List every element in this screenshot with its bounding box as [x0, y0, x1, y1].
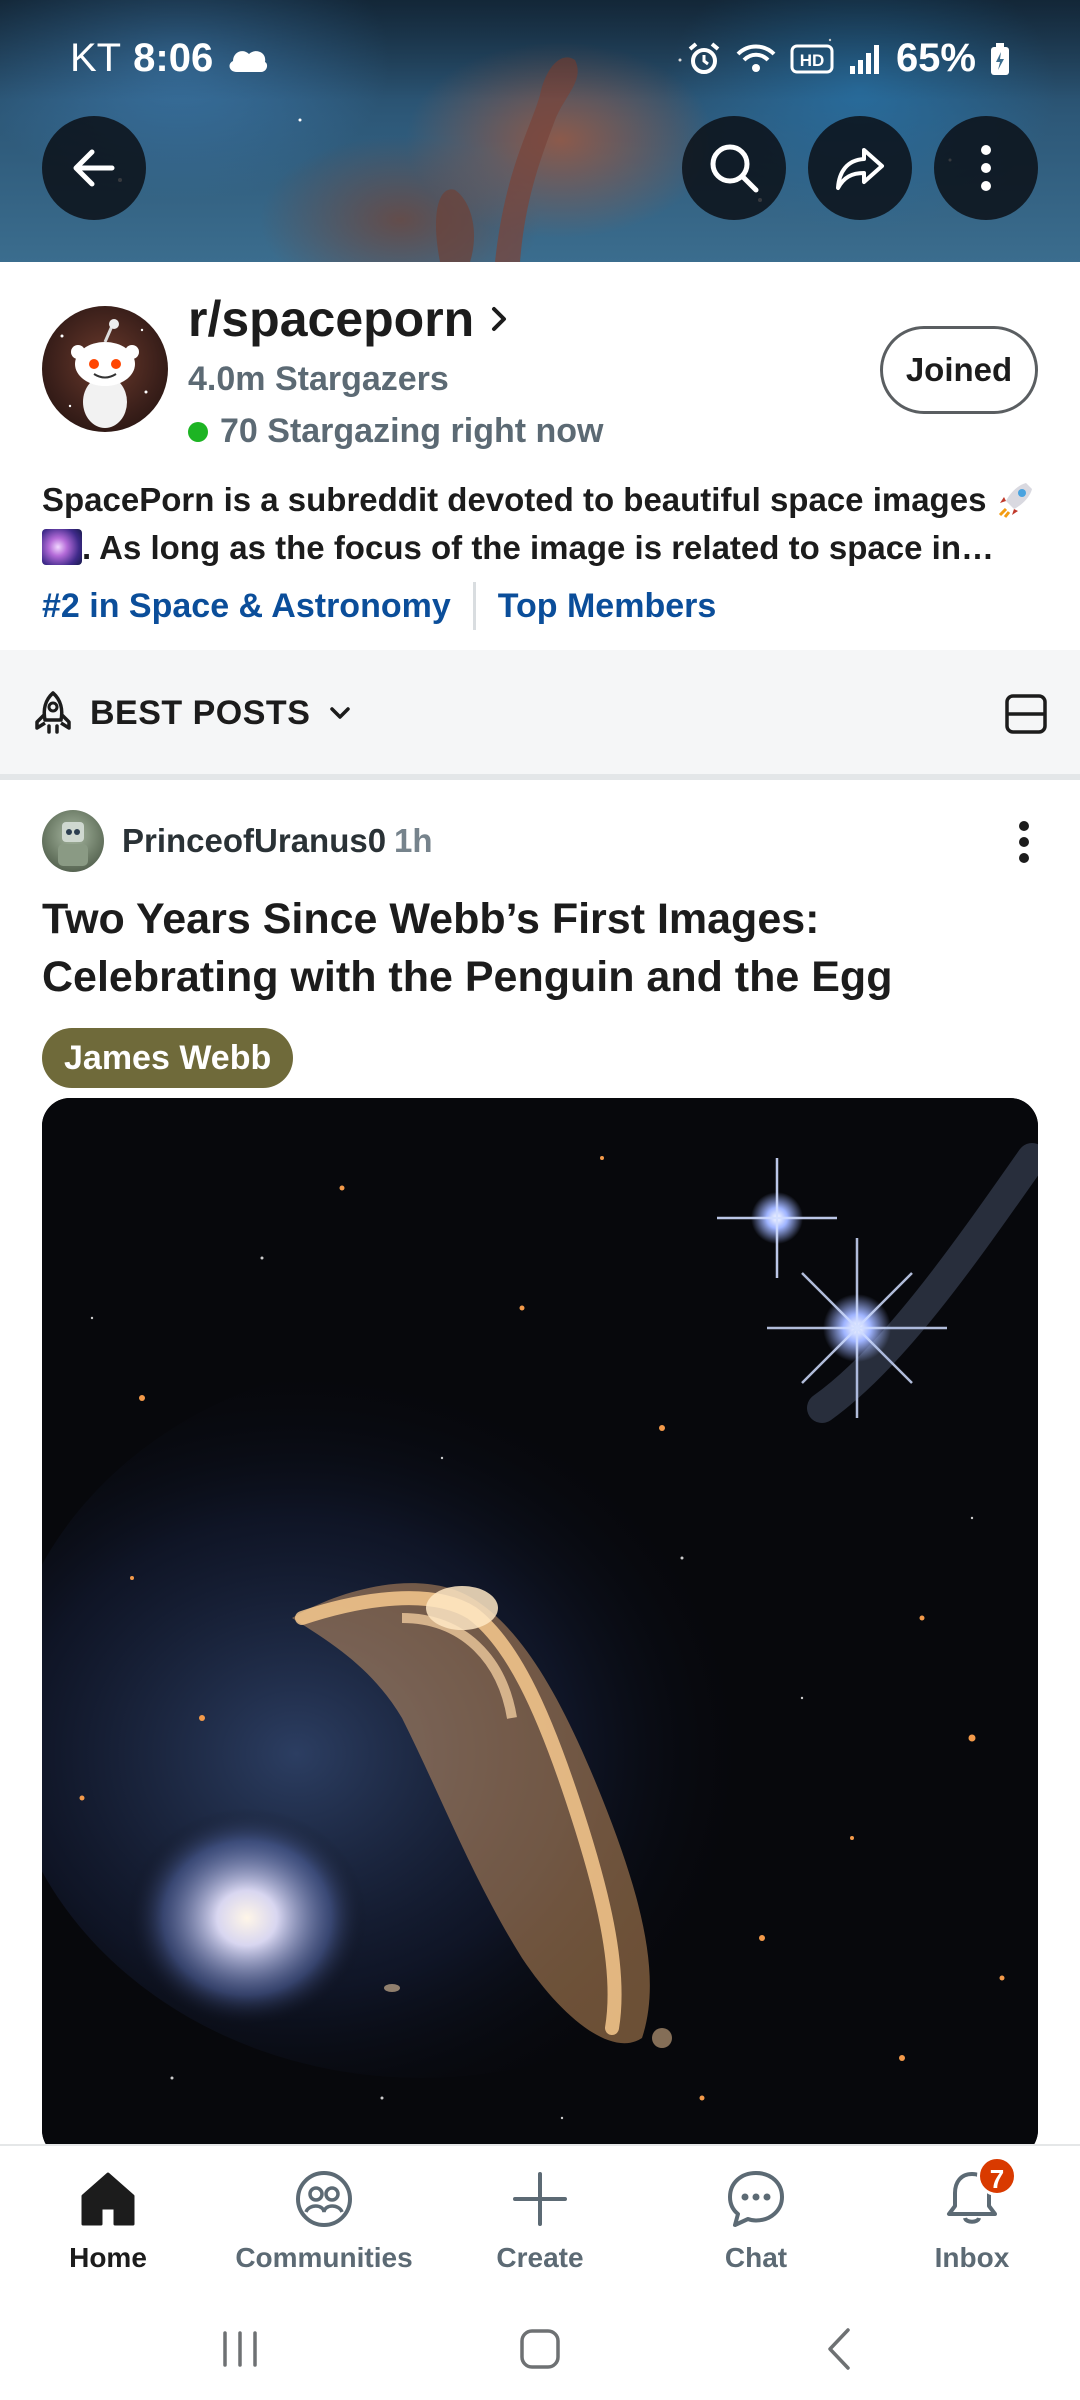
author-avatar[interactable]: [42, 810, 104, 872]
communities-icon: [296, 2171, 352, 2227]
back-button[interactable]: [42, 116, 146, 220]
top-members-link[interactable]: Top Members: [498, 587, 717, 626]
rocket-emoji-icon: [998, 483, 1032, 518]
nav-communities-label: Communities: [235, 2242, 413, 2273]
more-vertical-icon: [1019, 821, 1029, 863]
chat-icon: [728, 2171, 784, 2227]
more-vertical-icon: [981, 145, 991, 191]
sort-dropdown[interactable]: BEST POSTS: [32, 690, 354, 736]
arrow-left-icon: [73, 149, 115, 187]
robot-avatar-icon: [58, 822, 88, 866]
chevron-right-icon: [492, 307, 507, 331]
snoo-astronaut-icon: [60, 319, 148, 428]
post-card[interactable]: PrinceofUranus0 1h Two Years Since Webb’…: [0, 786, 1080, 2144]
carrier-label: KT: [70, 36, 122, 80]
bottom-navigation: Home Communities Create Chat 7 Inbox: [0, 2144, 1080, 2294]
post-author[interactable]: PrinceofUranus0: [122, 822, 386, 860]
links-divider: [472, 582, 476, 630]
system-back-button[interactable]: [790, 2314, 890, 2384]
post-options-button[interactable]: [996, 814, 1052, 870]
nav-home[interactable]: Home: [18, 2164, 198, 2284]
share-button[interactable]: [808, 116, 912, 220]
nav-chat[interactable]: Chat: [666, 2164, 846, 2284]
share-arrow-icon: [836, 148, 884, 190]
post-title[interactable]: Two Years Since Webb’s First Images: Cel…: [42, 890, 1042, 1006]
nav-chat-label: Chat: [724, 2242, 788, 2273]
nav-inbox-label: Inbox: [934, 2242, 1010, 2273]
alarm-icon: [688, 41, 720, 74]
chevron-left-icon: [828, 2328, 850, 2370]
post-age: 1h: [394, 822, 433, 859]
signal-icon: [849, 44, 879, 74]
rank-link[interactable]: #2 in Space & Astronomy: [42, 587, 451, 626]
inbox-badge: 7: [977, 2156, 1017, 2196]
community-description[interactable]: SpacePorn is a subreddit devoted to beau…: [42, 476, 1042, 572]
battery-percent: 65%: [895, 36, 976, 80]
nav-home-label: Home: [69, 2242, 147, 2273]
card-layout-icon: [1005, 694, 1047, 734]
system-navigation-bar: [0, 2294, 1080, 2400]
online-count-label: 70 Stargazing right now: [220, 412, 604, 450]
plus-icon: [513, 2172, 567, 2226]
home-icon: [81, 2172, 135, 2226]
sort-label: BEST POSTS: [90, 693, 311, 732]
description-text-start: SpacePorn is a subreddit devoted to beau…: [42, 481, 996, 518]
clock: 8:06: [133, 36, 214, 80]
cloud-notification-icon: [229, 50, 268, 72]
home-system-button[interactable]: [490, 2314, 590, 2384]
home-square-icon: [520, 2329, 560, 2369]
joined-button[interactable]: Joined: [880, 326, 1038, 414]
post-flair[interactable]: James Webb: [42, 1028, 294, 1088]
community-name-label: r/spaceporn: [188, 291, 475, 347]
nav-communities[interactable]: Communities: [234, 2164, 414, 2284]
rocket-icon: [35, 691, 71, 734]
sort-bar: BEST POSTS: [0, 650, 1080, 780]
chevron-down-icon: [330, 707, 351, 719]
post-image[interactable]: [42, 1098, 1038, 2144]
svg-text:HD: HD: [800, 51, 825, 70]
nav-inbox[interactable]: 7 Inbox: [882, 2156, 1062, 2284]
search-button[interactable]: [682, 116, 786, 220]
recent-apps-icon: [223, 2331, 257, 2367]
online-dot-icon: [188, 421, 208, 442]
battery-icon: [991, 42, 1009, 75]
galaxy-emoji-icon: [42, 529, 82, 565]
wifi-icon: [736, 44, 776, 72]
community-name[interactable]: r/spaceporn: [188, 290, 512, 348]
member-count: 4.0m Stargazers: [188, 360, 449, 398]
community-header: r/spaceporn 4.0m Stargazers 70 Stargazin…: [0, 262, 1080, 650]
search-icon: [710, 144, 759, 193]
overflow-menu-button[interactable]: [934, 116, 1038, 220]
view-layout-button[interactable]: [1004, 692, 1048, 741]
online-count: 70 Stargazing right now: [188, 412, 603, 451]
nav-create-label: Create: [496, 2242, 584, 2273]
community-links: #2 in Space & Astronomy Top Members: [42, 582, 716, 630]
status-bar: KT 8:06 HD 65%: [0, 0, 1080, 118]
recent-apps-button[interactable]: [190, 2314, 290, 2384]
hd-voice-icon: HD: [790, 44, 834, 73]
description-text-end: . As long as the focus of the image is r…: [82, 529, 961, 566]
community-avatar[interactable]: [42, 306, 168, 432]
penguin-egg-galaxy-image: [42, 1098, 1038, 2144]
nav-create[interactable]: Create: [450, 2164, 630, 2284]
